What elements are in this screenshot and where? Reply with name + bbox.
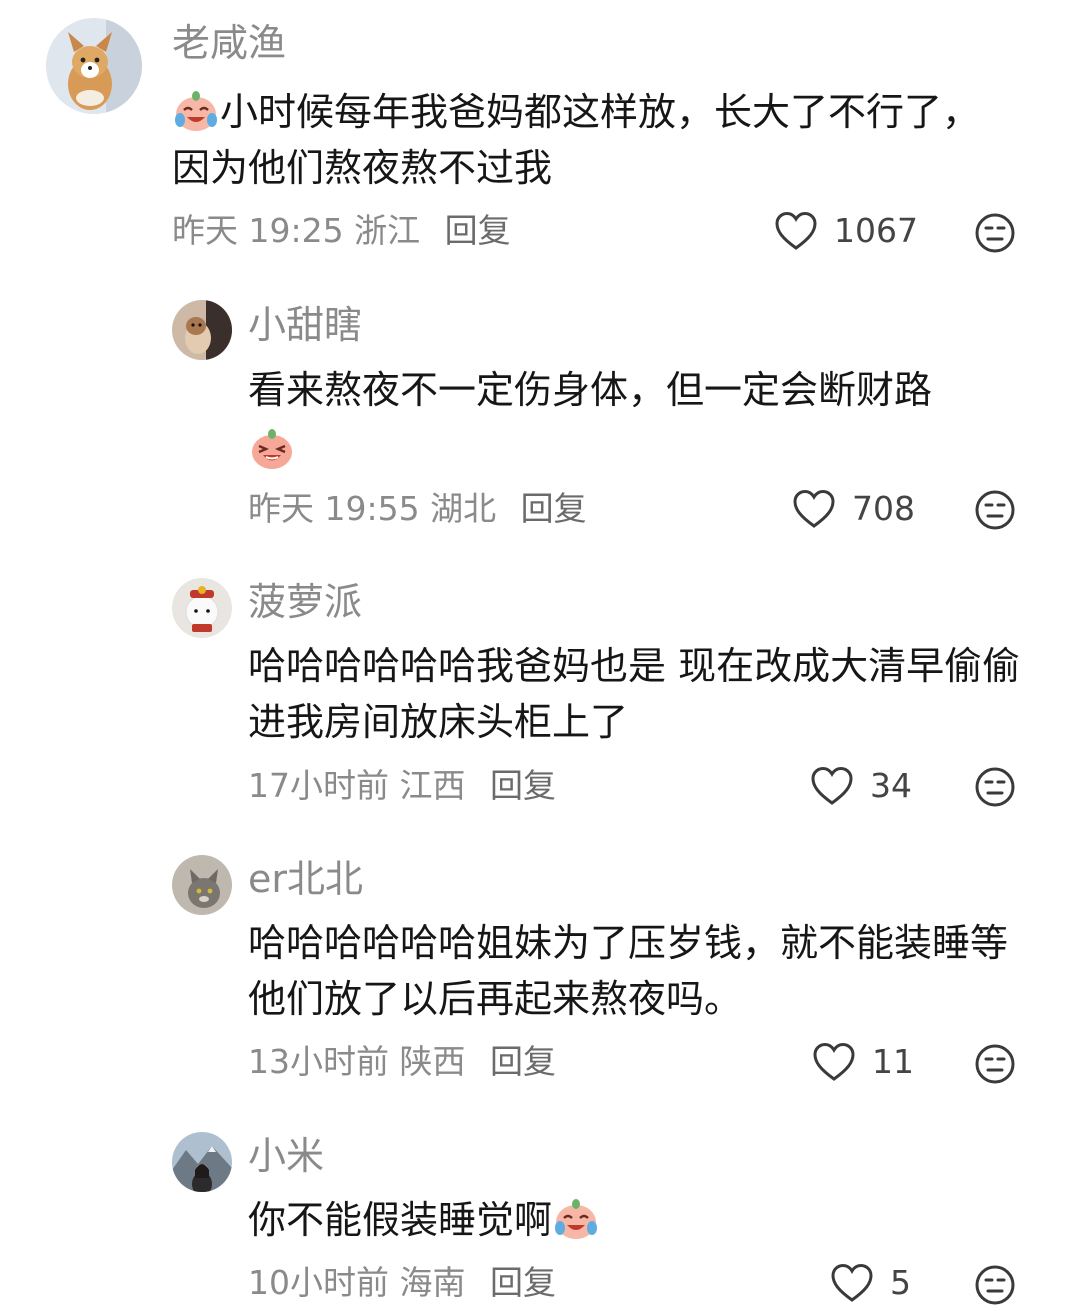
avatar[interactable] [172, 855, 232, 915]
comment-text: 看来熬夜不一定伤身体，但一定会断财路 [248, 362, 1028, 478]
username[interactable]: 老咸渔 [172, 20, 286, 66]
comment-body: 哈哈哈哈哈哈我爸妈也是 现在改成大清早偷偷进我房间放床头柜上了 [248, 644, 1021, 744]
location: 浙江 [354, 211, 421, 250]
comment-meta: 昨天 19:55 湖北 回复 [248, 488, 587, 530]
meh-face-icon [975, 213, 1015, 253]
like-button[interactable]: 34 [810, 765, 912, 807]
heart-outline-icon [793, 489, 835, 528]
location: 湖北 [430, 489, 497, 528]
username[interactable]: er北北 [248, 856, 363, 902]
comment-text: 哈哈哈哈哈哈姐妹为了压岁钱，就不能装睡等他们放了以后再起来熬夜吗。 [248, 915, 1028, 1027]
like-button[interactable]: 708 [792, 488, 915, 530]
like-button[interactable]: 1067 [774, 210, 918, 252]
location: 海南 [399, 1263, 466, 1302]
heart-outline-icon [813, 1042, 855, 1081]
timestamp: 13小时前 [248, 1042, 389, 1081]
comment-body: 你不能假装睡觉啊 [248, 1198, 553, 1242]
like-count: 34 [870, 766, 912, 805]
reply-button[interactable]: 回复 [521, 489, 587, 528]
dog-photo-avatar-image [172, 300, 232, 360]
laughing-emoji-icon [248, 424, 296, 472]
dislike-button[interactable] [974, 1264, 1016, 1306]
heart-outline-icon [831, 1263, 873, 1302]
comment-meta: 13小时前 陕西 回复 [248, 1041, 556, 1083]
avatar[interactable] [172, 578, 232, 638]
crying-laugh-emoji-icon [172, 86, 220, 134]
dislike-button[interactable] [974, 766, 1016, 808]
like-count: 708 [852, 489, 915, 528]
timestamp: 昨天 19:25 [172, 211, 344, 250]
reply-button[interactable]: 回复 [490, 766, 556, 805]
like-count: 5 [890, 1263, 911, 1302]
meh-face-icon [975, 490, 1015, 530]
comment-body: 看来熬夜不一定伤身体，但一定会断财路 [248, 368, 933, 412]
meh-face-icon [975, 1265, 1015, 1305]
comment-body: 小时候每年我爸妈都这样放，长大了不行了，因为他们熬夜熬不过我 [172, 90, 981, 190]
like-button[interactable]: 11 [812, 1041, 914, 1083]
white-toy-avatar-image [172, 578, 232, 638]
comment-text: 哈哈哈哈哈哈我爸妈也是 现在改成大清早偷偷进我房间放床头柜上了 [248, 638, 1038, 750]
gray-cat-avatar-image [172, 855, 232, 915]
avatar[interactable] [172, 1132, 232, 1192]
location: 陕西 [399, 1042, 466, 1081]
mountain-girl-avatar-image [172, 1132, 232, 1192]
location: 江西 [399, 766, 466, 805]
dislike-button[interactable] [974, 212, 1016, 254]
comment-text: 小时候每年我爸妈都这样放，长大了不行了，因为他们熬夜熬不过我 [172, 84, 992, 196]
username[interactable]: 菠萝派 [248, 579, 362, 625]
like-count: 1067 [834, 211, 918, 250]
comment-meta: 17小时前 江西 回复 [248, 765, 556, 807]
like-count: 11 [872, 1042, 914, 1081]
username[interactable]: 小甜瞎 [248, 302, 362, 348]
dislike-button[interactable] [974, 1043, 1016, 1085]
reply-button[interactable]: 回复 [445, 211, 511, 250]
meh-face-icon [975, 1044, 1015, 1084]
heart-outline-icon [811, 766, 853, 805]
heart-outline-icon [775, 211, 817, 250]
timestamp: 昨天 19:55 [248, 489, 420, 528]
crying-laugh-emoji-icon [552, 1194, 600, 1242]
comment-meta: 10小时前 海南 回复 [248, 1262, 556, 1304]
meh-face-icon [975, 767, 1015, 807]
like-button[interactable]: 5 [830, 1262, 911, 1304]
avatar[interactable] [46, 18, 142, 114]
comment-meta: 昨天 19:25 浙江 回复 [172, 210, 511, 252]
username[interactable]: 小米 [248, 1133, 324, 1179]
timestamp: 17小时前 [248, 766, 389, 805]
reply-button[interactable]: 回复 [490, 1042, 556, 1081]
timestamp: 10小时前 [248, 1263, 389, 1302]
dislike-button[interactable] [974, 489, 1016, 531]
corgi-avatar-image [46, 18, 142, 114]
comment-body: 哈哈哈哈哈哈姐妹为了压岁钱，就不能装睡等他们放了以后再起来熬夜吗。 [248, 921, 1009, 1021]
avatar[interactable] [172, 300, 232, 360]
comment-text: 你不能假装睡觉啊 [248, 1192, 1028, 1248]
reply-button[interactable]: 回复 [490, 1263, 556, 1302]
